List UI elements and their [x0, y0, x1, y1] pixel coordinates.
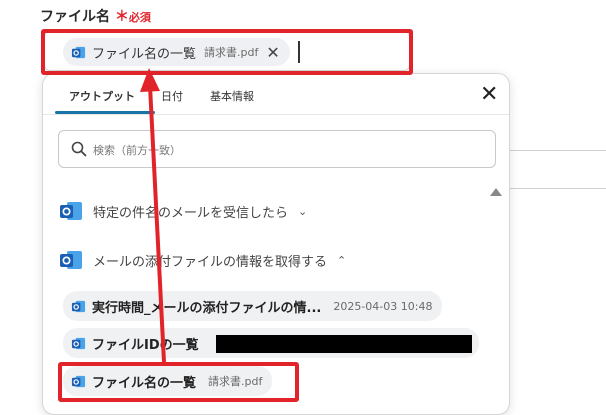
annotation-arrow [140, 68, 166, 363]
